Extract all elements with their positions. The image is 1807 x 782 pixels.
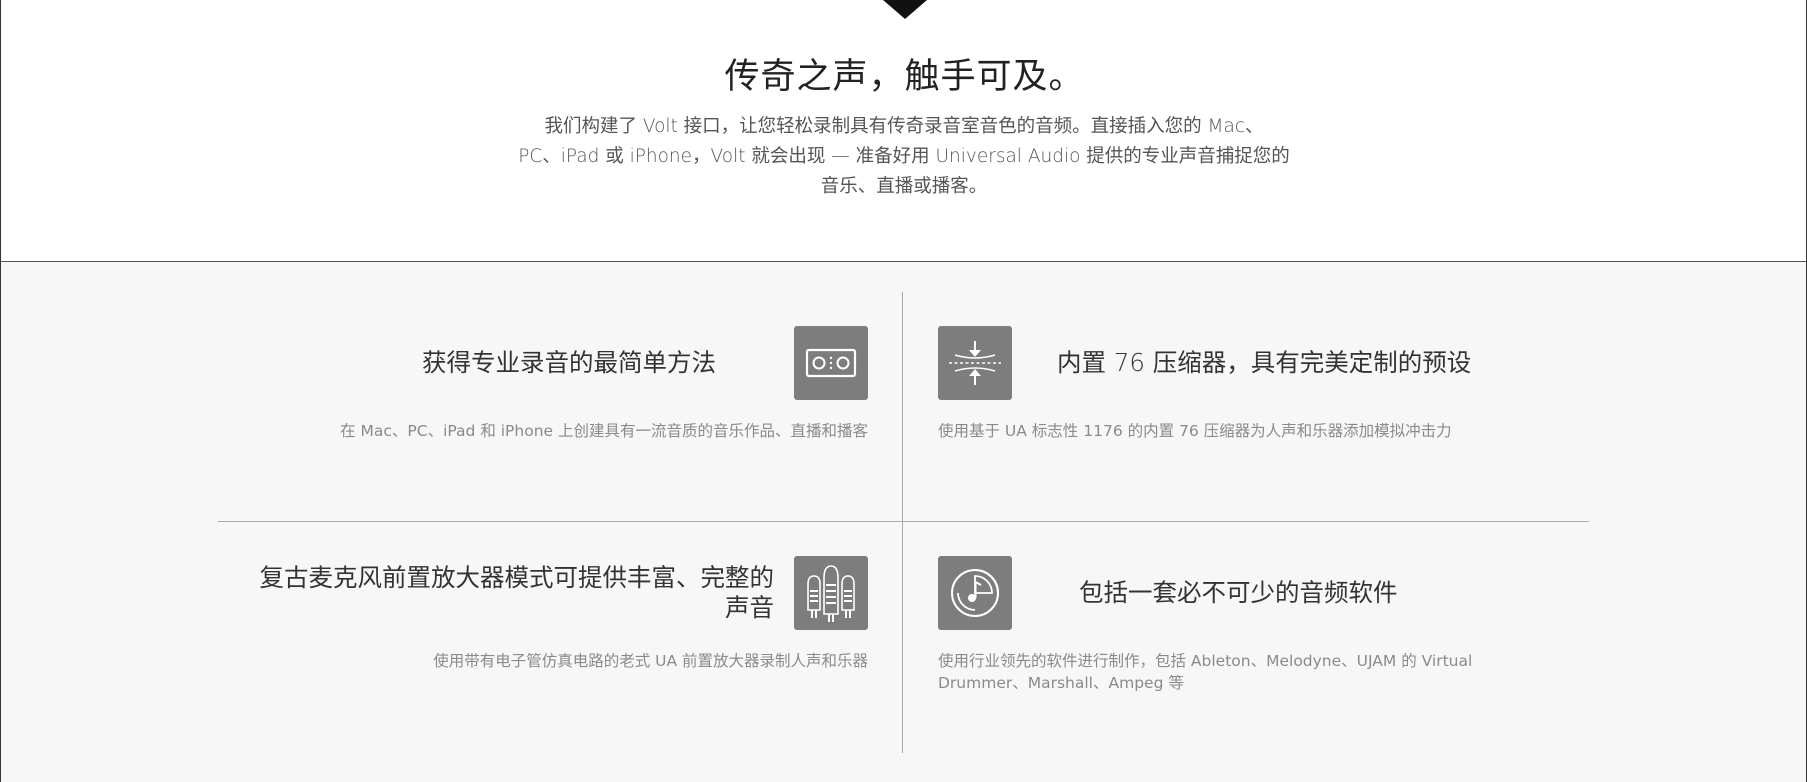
- feature-description: 使用基于 UA 标志性 1176 的内置 76 压缩器为人声和乐器添加模拟冲击力: [938, 422, 1452, 440]
- feature-description-line: 使用行业领先的软件进行制作，包括 Ableton、Melodyne、UJAM 的…: [938, 652, 1473, 670]
- compressor-icon: [938, 326, 1012, 400]
- feature-title: 包括一套必不可少的音频软件: [1079, 578, 1398, 607]
- feature-title: 复古麦克风前置放大器模式可提供丰富、完整的 声音: [230, 563, 775, 623]
- feature-description: 在 Mac、PC、iPad 和 iPhone 上创建具有一流音质的音乐作品、直播…: [340, 422, 868, 440]
- music-software-icon: [938, 556, 1012, 630]
- hero-description-line: 我们构建了 Volt 接口，让您轻松录制具有传奇录音室音色的音频。直接插入您的 …: [544, 116, 1264, 137]
- feature-description-line: Drummer、Marshall、Ampeg 等: [938, 674, 1184, 692]
- vertical-divider: [902, 292, 903, 753]
- down-arrow-notch: [883, 0, 927, 19]
- vacuum-tube-icon: [794, 556, 868, 630]
- feature-title: 获得专业录音的最简单方法: [422, 348, 716, 377]
- hero-description-line: PC、iPad 或 iPhone，Volt 就会出现 — 准备好用 Univer…: [518, 146, 1290, 167]
- feature-title-line: 声音: [725, 593, 774, 622]
- hero-description-line: 音乐、直播或播客。: [820, 176, 988, 197]
- feature-title-line: 复古麦克风前置放大器模式可提供丰富、完整的: [259, 563, 775, 592]
- horizontal-divider: [218, 521, 1589, 522]
- feature-title: 内置 76 压缩器，具有完美定制的预设: [1057, 348, 1472, 377]
- hero-description: 我们构建了 Volt 接口，让您轻松录制具有传奇录音室音色的音频。直接插入您的 …: [504, 112, 1304, 202]
- feature-description: 使用行业领先的软件进行制作，包括 Ableton、Melodyne、UJAM 的…: [938, 650, 1558, 694]
- hero-section: 传奇之声，触手可及。 我们构建了 Volt 接口，让您轻松录制具有传奇录音室音色…: [0, 0, 1807, 261]
- hero-title: 传奇之声，触手可及。: [724, 57, 1085, 97]
- audio-interface-icon: [794, 326, 868, 400]
- feature-description: 使用带有电子管仿真电路的老式 UA 前置放大器录制人声和乐器: [433, 652, 868, 670]
